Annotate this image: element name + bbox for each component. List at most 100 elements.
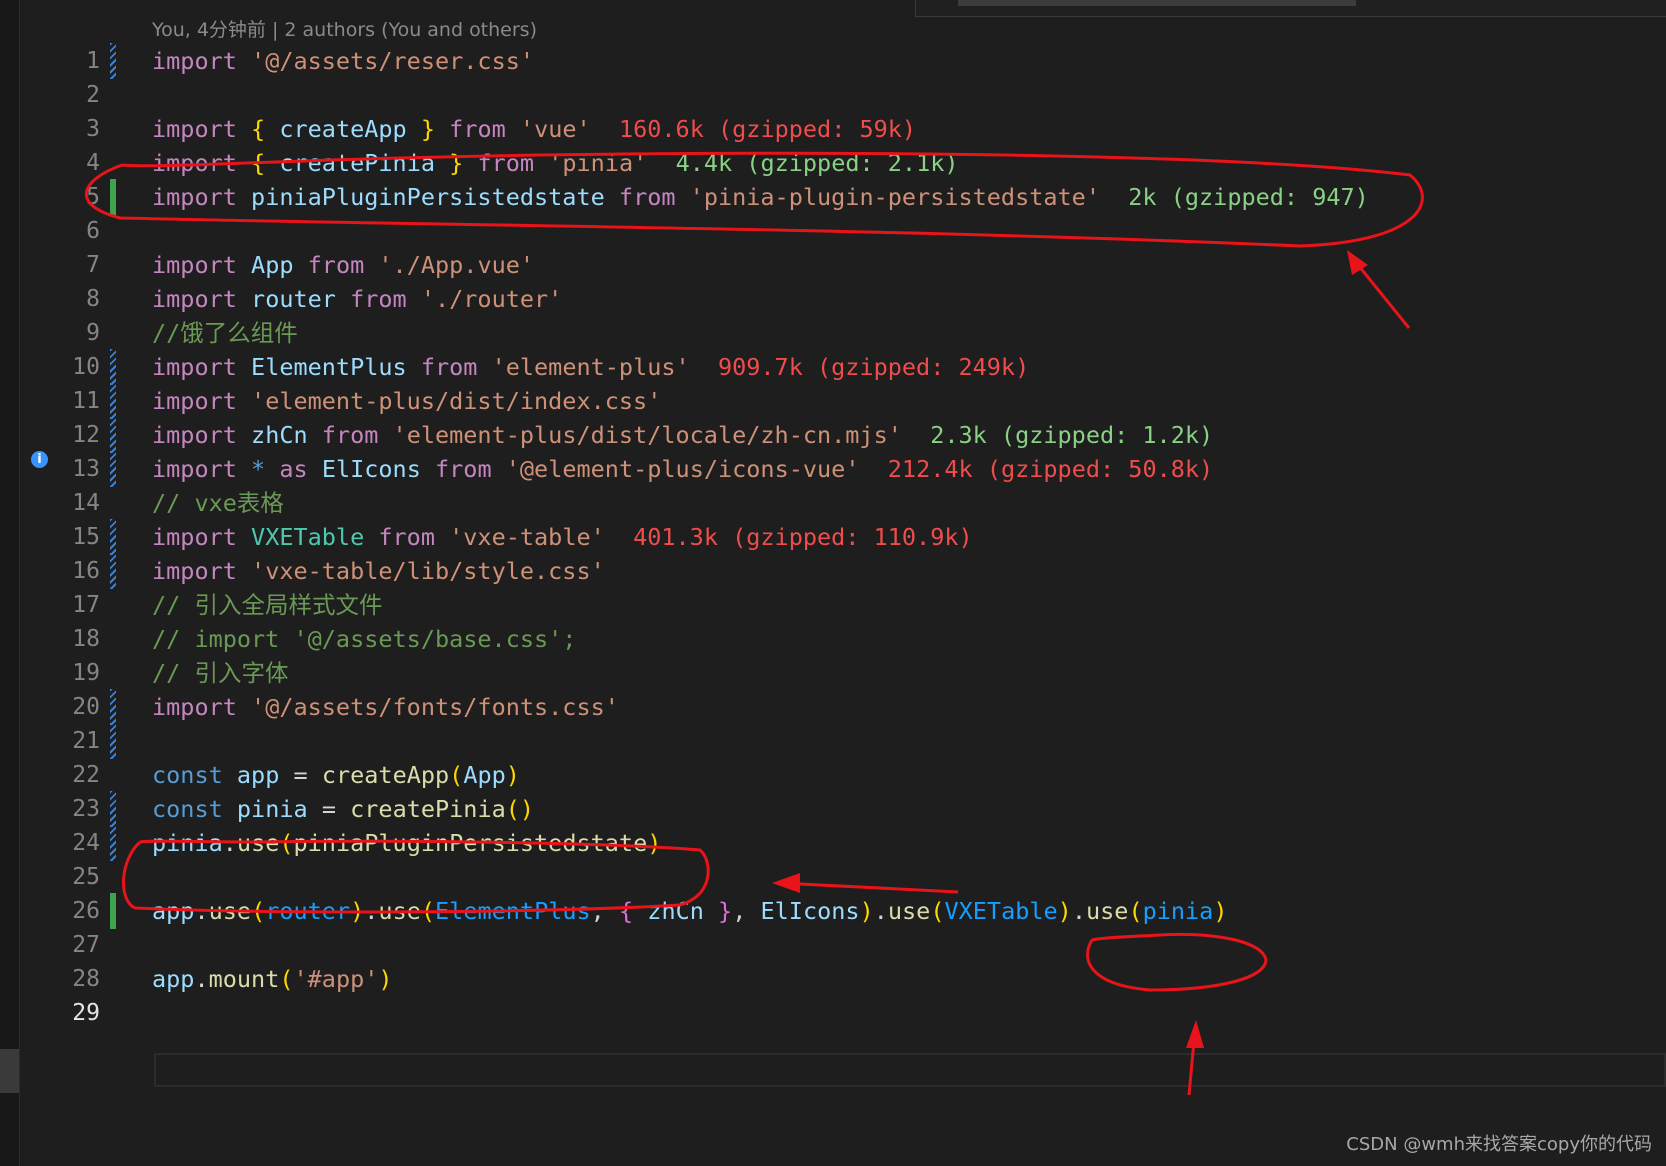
code-line-25[interactable]: 25 — [0, 859, 1666, 895]
line-number: 16 — [72, 558, 100, 584]
code-line-28[interactable]: 28 app.mount('#app') — [0, 961, 1666, 997]
line-number: 28 — [72, 966, 100, 992]
line-number: 6 — [86, 218, 100, 244]
code-line-12[interactable]: 12 import zhCn from 'element-plus/dist/l… — [0, 417, 1666, 453]
line-number: 3 — [86, 116, 100, 142]
code-line-7[interactable]: 7 import App from './App.vue' — [0, 247, 1666, 283]
line-number: 26 — [72, 898, 100, 924]
code-line-21[interactable]: 21 — [0, 723, 1666, 759]
code-text: import App from './App.vue' — [152, 251, 535, 279]
line-number: 27 — [72, 932, 100, 958]
watermark: CSDN @wmh来找答案copy你的代码 — [1346, 1134, 1652, 1155]
code-line-3[interactable]: 3 import { createApp } from 'vue' 160.6k… — [0, 111, 1666, 147]
code-text: // 引入全局样式文件 — [152, 591, 383, 619]
code-line-23[interactable]: 23 const pinia = createPinia() — [0, 791, 1666, 827]
git-modified-marker[interactable] — [110, 349, 116, 385]
code-text: // vxe表格 — [152, 489, 284, 517]
line-number: 10 — [72, 354, 100, 380]
import-cost-badge: 160.6k (gzipped: 59k) — [618, 115, 917, 143]
code-text: import router from './router' — [152, 285, 563, 313]
code-line-24[interactable]: 24 pinia.use(piniaPluginPersistedstate) — [0, 825, 1666, 861]
code-text: import 'vxe-table/lib/style.css' — [152, 557, 605, 585]
import-cost-badge: 401.3k (gzipped: 110.9k) — [633, 523, 973, 551]
code-line-26[interactable]: 26 app.use(router).use(ElementPlus, { zh… — [0, 893, 1666, 929]
line-number: 18 — [72, 626, 100, 652]
code-line-27[interactable]: 27 — [0, 927, 1666, 963]
code-line-6[interactable]: 6 — [0, 213, 1666, 249]
git-modified-marker[interactable] — [110, 723, 116, 759]
line-number: 1 — [86, 48, 100, 74]
code-line-8[interactable]: 8 import router from './router' — [0, 281, 1666, 317]
code-line-18[interactable]: 18 // import '@/assets/base.css'; — [0, 621, 1666, 657]
code-line-9[interactable]: 9 //饿了么组件 — [0, 315, 1666, 351]
git-added-marker[interactable] — [110, 179, 116, 215]
code-text: import piniaPluginPersistedstate from 'p… — [152, 183, 1369, 211]
code-line-29[interactable]: 29 — [0, 995, 1666, 1031]
code-line-2[interactable]: 2 — [0, 77, 1666, 113]
code-text: const app = createApp(App) — [152, 761, 520, 789]
code-line-1[interactable]: 1 import '@/assets/reser.css' — [0, 43, 1666, 79]
line-number: 25 — [72, 864, 100, 890]
code-text: //饿了么组件 — [152, 319, 298, 347]
code-text: import '@/assets/fonts/fonts.css' — [152, 693, 619, 721]
code-text: import ElementPlus from 'element-plus' 9… — [152, 353, 1030, 381]
code-text: const pinia = createPinia() — [152, 795, 535, 823]
git-modified-marker[interactable] — [110, 553, 116, 589]
code-line-5[interactable]: 5 import piniaPluginPersistedstate from … — [0, 179, 1666, 215]
code-text: import zhCn from 'element-plus/dist/loca… — [152, 421, 1214, 449]
line-number: 24 — [72, 830, 100, 856]
code-text: // import '@/assets/base.css'; — [152, 625, 577, 653]
import-cost-badge: 2k (gzipped: 947) — [1128, 183, 1369, 211]
line-number: 21 — [72, 728, 100, 754]
import-cost-badge: 2.3k (gzipped: 1.2k) — [930, 421, 1214, 449]
current-line-highlight — [154, 1053, 1666, 1087]
import-cost-badge: 4.4k (gzipped: 2.1k) — [675, 149, 959, 177]
git-added-marker[interactable] — [110, 893, 116, 929]
line-number: 23 — [72, 796, 100, 822]
horizontal-scrollbar[interactable] — [915, 0, 1666, 17]
line-number: 9 — [86, 320, 100, 346]
code-text: import * as ElIcons from '@element-plus/… — [152, 455, 1214, 483]
line-number: 2 — [86, 82, 100, 108]
git-modified-marker[interactable] — [110, 451, 116, 487]
code-line-15[interactable]: 15 import VXETable from 'vxe-table' 401.… — [0, 519, 1666, 555]
code-line-4[interactable]: 4 import { createPinia } from 'pinia' 4.… — [0, 145, 1666, 181]
git-modified-marker[interactable] — [110, 791, 116, 827]
code-line-20[interactable]: 20 import '@/assets/fonts/fonts.css' — [0, 689, 1666, 725]
line-number: 11 — [72, 388, 100, 414]
import-cost-badge: 212.4k (gzipped: 50.8k) — [887, 455, 1214, 483]
git-modified-marker[interactable] — [110, 519, 116, 555]
git-modified-marker[interactable] — [110, 689, 116, 725]
git-modified-marker[interactable] — [110, 383, 116, 419]
code-text: import { createPinia } from 'pinia' 4.4k… — [152, 149, 959, 177]
code-line-14[interactable]: 14 // vxe表格 — [0, 485, 1666, 521]
code-text: import 'element-plus/dist/index.css' — [152, 387, 662, 415]
code-text: // 引入字体 — [152, 659, 289, 687]
git-modified-marker[interactable] — [110, 43, 116, 79]
code-line-16[interactable]: 16 import 'vxe-table/lib/style.css' — [0, 553, 1666, 589]
line-number: 15 — [72, 524, 100, 550]
line-number: 7 — [86, 252, 100, 278]
import-cost-badge: 909.7k (gzipped: 249k) — [717, 353, 1030, 381]
code-line-22[interactable]: 22 const app = createApp(App) — [0, 757, 1666, 793]
git-blame-codelens[interactable]: You, 4分钟前 | 2 authors (You and others) — [152, 16, 537, 44]
scrollbar-thumb[interactable] — [958, 0, 1356, 6]
code-line-19[interactable]: 19 // 引入字体 — [0, 655, 1666, 691]
code-text: import { createApp } from 'vue' 160.6k (… — [152, 115, 917, 143]
activity-strip-marker — [0, 1049, 19, 1093]
line-number: 4 — [86, 150, 100, 176]
code-line-13[interactable]: 13 import * as ElIcons from '@element-pl… — [0, 451, 1666, 487]
line-number: 19 — [72, 660, 100, 686]
git-modified-marker[interactable] — [110, 417, 116, 453]
code-text: pinia.use(piniaPluginPersistedstate) — [152, 829, 662, 857]
code-text: import '@/assets/reser.css' — [152, 47, 535, 75]
code-line-10[interactable]: 10 import ElementPlus from 'element-plus… — [0, 349, 1666, 385]
code-line-11[interactable]: 11 import 'element-plus/dist/index.css' — [0, 383, 1666, 419]
line-number: 8 — [86, 286, 100, 312]
line-number: 17 — [72, 592, 100, 618]
git-modified-marker[interactable] — [110, 825, 116, 861]
line-number: 29 — [72, 1000, 100, 1026]
code-line-17[interactable]: 17 // 引入全局样式文件 — [0, 587, 1666, 623]
code-text: app.use(router).use(ElementPlus, { zhCn … — [152, 897, 1228, 925]
line-number: 13 — [72, 456, 100, 482]
